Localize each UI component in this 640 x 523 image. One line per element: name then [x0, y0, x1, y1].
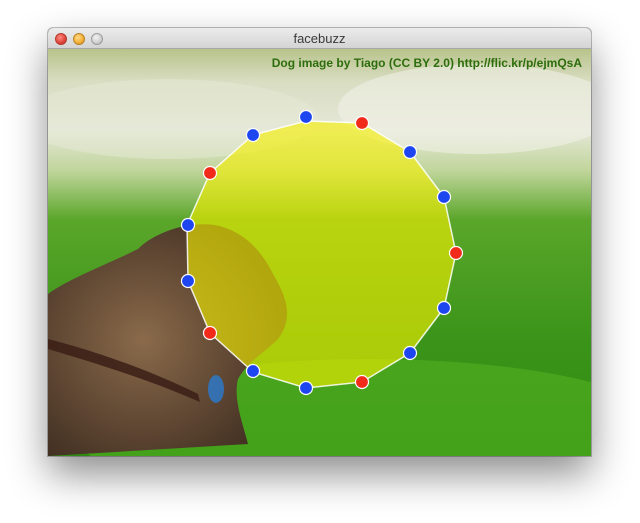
image-canvas[interactable]: Dog image by Tiago (CC BY 2.0) http://fl… [48, 49, 591, 456]
title-bar[interactable]: facebuzz [48, 28, 591, 49]
window-title: facebuzz [293, 31, 346, 46]
control-point-blue[interactable] [436, 300, 452, 316]
control-point-blue[interactable] [298, 109, 314, 125]
control-point-red[interactable] [354, 115, 370, 131]
control-point-blue[interactable] [298, 380, 314, 396]
app-window: facebuzz Dog image by Tiago (CC BY 2.0) … [48, 28, 591, 456]
control-point-blue[interactable] [245, 127, 261, 143]
control-point-blue[interactable] [436, 189, 452, 205]
control-point-red[interactable] [202, 165, 218, 181]
control-point-red[interactable] [354, 374, 370, 390]
control-point-blue[interactable] [402, 345, 418, 361]
control-point-blue[interactable] [402, 144, 418, 160]
control-point-blue[interactable] [245, 363, 261, 379]
image-credit: Dog image by Tiago (CC BY 2.0) http://fl… [271, 56, 582, 70]
control-point-red[interactable] [202, 325, 218, 341]
scene [48, 49, 591, 456]
control-point-red[interactable] [448, 245, 464, 261]
control-point-blue[interactable] [180, 217, 196, 233]
control-point-blue[interactable] [180, 273, 196, 289]
